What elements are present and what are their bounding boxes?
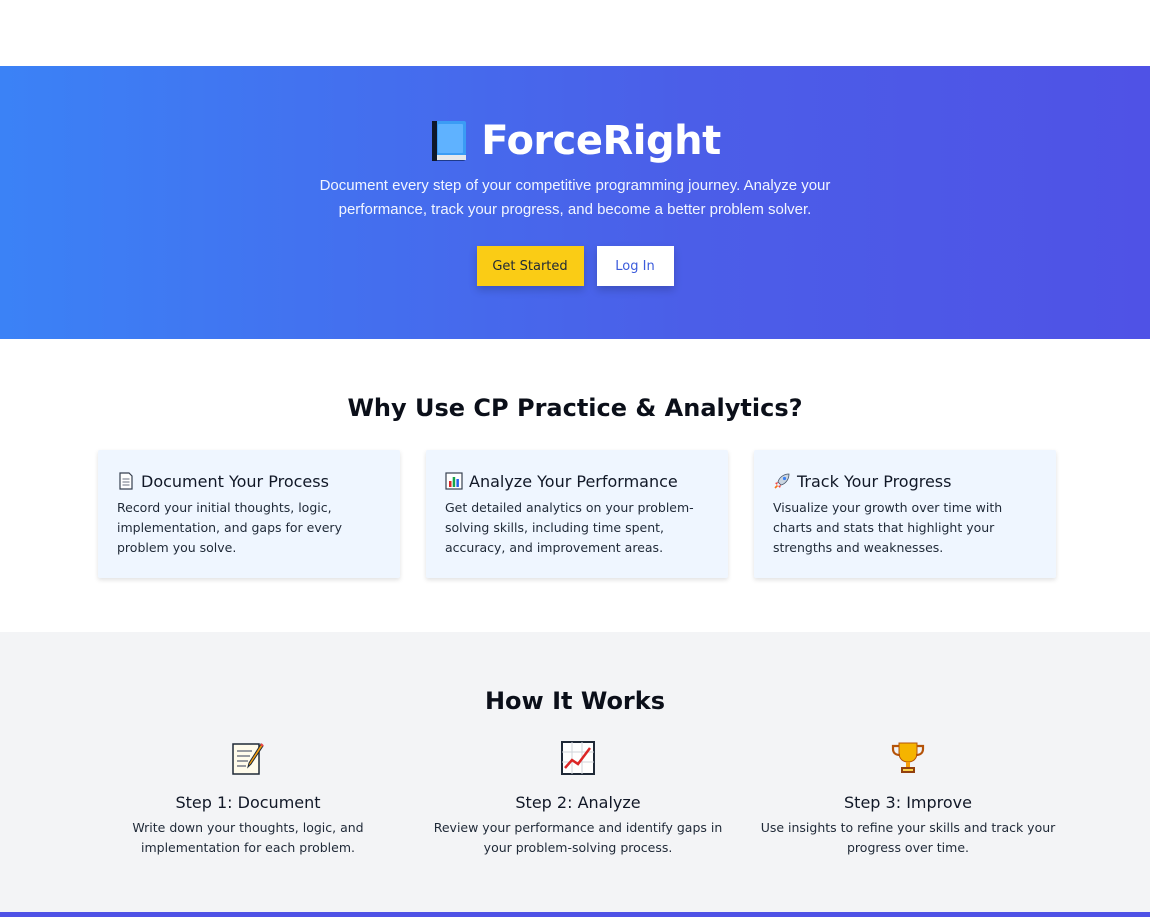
how-it-works-section: How It Works Step 1: Document Write down… bbox=[0, 632, 1150, 912]
rocket-icon bbox=[773, 472, 791, 490]
steps-list: Step 1: Document Write down your thought… bbox=[83, 740, 1073, 858]
hero-subtitle: Document every step of your competitive … bbox=[319, 177, 831, 218]
hero-section: ForceRight Document every step of your c… bbox=[0, 66, 1150, 339]
page-icon bbox=[117, 472, 135, 490]
step-document: Step 1: Document Write down your thought… bbox=[83, 740, 413, 858]
step-analyze: Step 2: Analyze Review your performance … bbox=[413, 740, 743, 858]
feature-card-header: Document Your Process bbox=[117, 470, 380, 492]
step-text: Use insights to refine your skills and t… bbox=[760, 820, 1056, 855]
bar-chart-icon bbox=[445, 472, 463, 490]
how-title: How It Works bbox=[484, 687, 666, 715]
step-title: Step 1: Document bbox=[175, 793, 321, 812]
feature-card-title: Document Your Process bbox=[141, 471, 329, 491]
feature-card-text: Get detailed analytics on your problem-s… bbox=[445, 500, 694, 555]
step-text: Write down your thoughts, logic, and imp… bbox=[132, 820, 364, 855]
feature-card-header: Analyze Your Performance bbox=[445, 470, 708, 492]
feature-cards: Document Your Process Record your initia… bbox=[98, 450, 1056, 578]
feature-card-text: Record your initial thoughts, logic, imp… bbox=[117, 500, 342, 555]
book-icon bbox=[429, 118, 469, 164]
step-text: Review your performance and identify gap… bbox=[433, 820, 723, 855]
trophy-icon bbox=[890, 740, 926, 776]
feature-card-header: Track Your Progress bbox=[773, 470, 1036, 492]
feature-card-text: Visualize your growth over time with cha… bbox=[773, 500, 1003, 555]
hero-actions: Get Started Log In bbox=[476, 246, 674, 286]
feature-card-title: Track Your Progress bbox=[797, 471, 952, 491]
step-title: Step 3: Improve bbox=[844, 793, 972, 812]
top-spacer bbox=[0, 0, 1150, 66]
line-chart-icon bbox=[560, 740, 596, 776]
app-title: ForceRight bbox=[481, 118, 721, 164]
login-button[interactable]: Log In bbox=[596, 246, 674, 286]
memo-icon bbox=[230, 740, 266, 776]
feature-card-document: Document Your Process Record your initia… bbox=[98, 450, 400, 578]
step-title: Step 2: Analyze bbox=[515, 793, 641, 812]
hero-title-row: ForceRight bbox=[429, 116, 721, 166]
feature-card-title: Analyze Your Performance bbox=[469, 471, 678, 491]
features-title: Why Use CP Practice & Analytics? bbox=[347, 394, 803, 422]
features-section: Why Use CP Practice & Analytics? Documen… bbox=[0, 339, 1150, 632]
get-started-button[interactable]: Get Started bbox=[476, 246, 584, 286]
footer-edge bbox=[0, 912, 1150, 917]
feature-card-analyze: Analyze Your Performance Get detailed an… bbox=[426, 450, 728, 578]
step-improve: Step 3: Improve Use insights to refine y… bbox=[743, 740, 1073, 858]
feature-card-track: Track Your Progress Visualize your growt… bbox=[754, 450, 1056, 578]
